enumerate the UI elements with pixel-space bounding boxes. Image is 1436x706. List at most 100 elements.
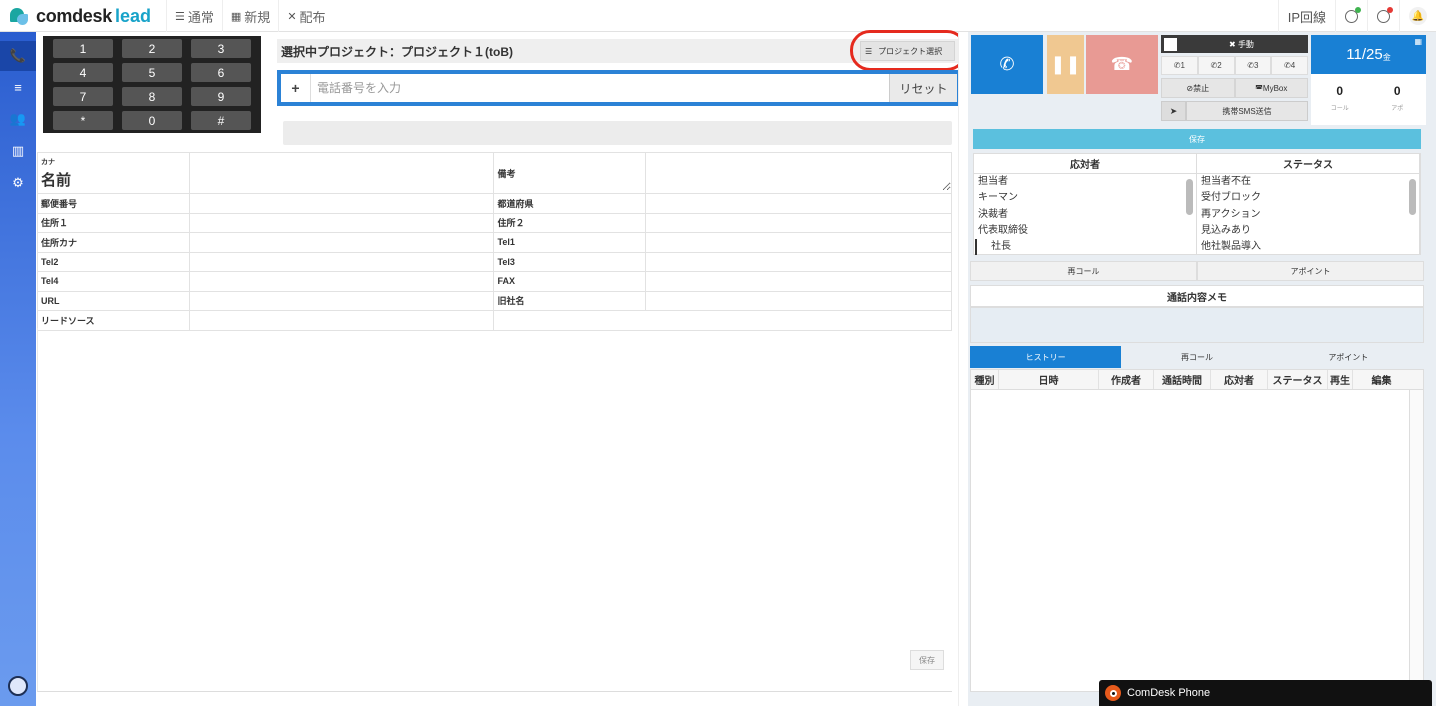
key-4[interactable]: 4: [53, 63, 113, 82]
column-header[interactable]: 再生: [1328, 370, 1353, 389]
column-header[interactable]: 日時: [999, 370, 1099, 389]
column-header[interactable]: 編集: [1353, 370, 1410, 389]
key-7[interactable]: 7: [53, 87, 113, 106]
send-icon[interactable]: ➤: [1161, 101, 1186, 121]
key-hash[interactable]: #: [191, 111, 251, 130]
key-6[interactable]: 6: [191, 63, 251, 82]
status-option[interactable]: 担当者不在: [1197, 174, 1419, 190]
hangup-button[interactable]: ☎: [1086, 35, 1158, 94]
status-option[interactable]: 再アクション: [1197, 207, 1419, 223]
status-option[interactable]: 見込みあり: [1197, 223, 1419, 239]
column-header[interactable]: 作成者: [1099, 370, 1154, 389]
responder-option[interactable]: 社長: [975, 239, 1196, 256]
field-value[interactable]: [645, 251, 952, 272]
status-indicator-red[interactable]: [1367, 0, 1399, 32]
tab-recall[interactable]: 再コール: [1121, 346, 1272, 368]
status-option[interactable]: 受付ブロック: [1197, 190, 1419, 206]
field-value[interactable]: [645, 271, 952, 292]
status-option[interactable]: 他社製品導入: [1197, 239, 1419, 255]
status-list[interactable]: ステータス 担当者不在 受付ブロック 再アクション 見込みあり 他社製品導入: [1197, 154, 1420, 254]
ip-line-button[interactable]: IP回線: [1277, 0, 1335, 32]
user-avatar-icon[interactable]: [8, 676, 28, 696]
counts: 0 コール 0 アポ: [1311, 74, 1426, 125]
nav-new[interactable]: ▦ 新規: [221, 0, 278, 32]
scrollbar[interactable]: [1186, 179, 1193, 215]
appoint-button[interactable]: アポイント: [1197, 261, 1424, 281]
field-value[interactable]: [645, 290, 952, 311]
sidebar-item-database[interactable]: ≡: [0, 71, 36, 103]
tab-history[interactable]: ヒストリー: [970, 346, 1122, 368]
field-value[interactable]: [188, 212, 495, 233]
save-lead-button[interactable]: 保存: [910, 650, 944, 670]
column-header[interactable]: 応対者: [1211, 370, 1268, 389]
name-value[interactable]: [188, 152, 495, 194]
responder-option[interactable]: 代表取締役: [974, 223, 1196, 239]
field-value[interactable]: [188, 193, 495, 214]
call-count-label: コール: [1330, 106, 1349, 112]
manual-checkbox[interactable]: [1164, 37, 1177, 51]
mybox-button[interactable]: ◚ MyBox: [1234, 78, 1308, 98]
sidebar-item-phone[interactable]: 📞: [0, 41, 36, 71]
sidebar-item-chart[interactable]: ▥: [0, 135, 36, 167]
extension-1[interactable]: ✆ 1: [1161, 56, 1198, 75]
memo-textarea[interactable]: [649, 153, 951, 191]
status-indicator-green[interactable]: [1335, 0, 1367, 32]
key-3[interactable]: 3: [191, 39, 251, 58]
nav-normal[interactable]: ☰ 通常: [166, 0, 222, 32]
scrollbar[interactable]: [1409, 390, 1423, 692]
extension-4[interactable]: ✆ 4: [1271, 56, 1308, 75]
plus-button[interactable]: +: [281, 74, 311, 102]
memo-field[interactable]: [645, 152, 952, 194]
calendar-icon[interactable]: ▦: [1414, 37, 1422, 46]
notifications-button[interactable]: 🔔: [1399, 0, 1436, 32]
comdesk-phone-widget[interactable]: ComDesk Phone: [1099, 680, 1432, 706]
field-value[interactable]: [645, 193, 952, 214]
highlight-ring: [850, 30, 967, 71]
field-value[interactable]: [188, 290, 495, 311]
responder-header: 応対者: [974, 154, 1196, 174]
call-memo-textarea[interactable]: [970, 307, 1424, 343]
key-8[interactable]: 8: [122, 87, 182, 106]
extension-3[interactable]: ✆ 3: [1234, 56, 1272, 75]
field-value[interactable]: [645, 232, 952, 253]
scrollbar[interactable]: [1409, 179, 1416, 215]
field-value[interactable]: [188, 271, 495, 292]
scroll-track[interactable]: [958, 32, 968, 706]
sidebar-item-users[interactable]: 👥: [0, 103, 36, 135]
column-header[interactable]: 種別: [971, 370, 999, 389]
reset-button[interactable]: リセット: [889, 74, 957, 102]
phone-number-input[interactable]: [311, 74, 889, 102]
nav-distribute[interactable]: ✕ 配布: [278, 0, 333, 32]
key-2[interactable]: 2: [122, 39, 182, 58]
key-9[interactable]: 9: [191, 87, 251, 106]
grid-icon: ▦: [230, 10, 242, 23]
responder-option[interactable]: キーマン: [974, 190, 1196, 206]
field-value[interactable]: [645, 212, 952, 233]
result-selectors: 応対者 担当者 キーマン 決裁者 代表取締役 社長 ステータス 担当者不在 受付…: [973, 153, 1421, 256]
column-header[interactable]: 通話時間: [1154, 370, 1211, 389]
call-button[interactable]: ✆: [971, 35, 1043, 94]
sidebar-item-settings[interactable]: ⚙: [0, 167, 36, 199]
expand-icon: ✕: [287, 10, 297, 23]
responder-option[interactable]: 決裁者: [974, 207, 1196, 223]
key-5[interactable]: 5: [122, 63, 182, 82]
recall-button[interactable]: 再コール: [970, 261, 1197, 281]
field-value[interactable]: [188, 251, 495, 272]
key-star[interactable]: *: [53, 111, 113, 130]
responder-list[interactable]: 応対者 担当者 キーマン 決裁者 代表取締役 社長: [974, 154, 1197, 256]
status-header: ステータス: [1197, 154, 1419, 174]
block-button[interactable]: ⊘ 禁止: [1161, 78, 1235, 98]
key-1[interactable]: 1: [53, 39, 113, 58]
hold-button[interactable]: ❚❚: [1047, 35, 1084, 94]
tab-appoint[interactable]: アポイント: [1273, 346, 1424, 368]
manual-toggle[interactable]: ✖ 手動: [1161, 35, 1308, 53]
extension-2[interactable]: ✆ 2: [1197, 56, 1235, 75]
responder-option[interactable]: 担当者: [974, 174, 1196, 190]
column-header[interactable]: ステータス: [1268, 370, 1328, 389]
app-logo[interactable]: comdesk lead: [10, 5, 151, 27]
save-result-button[interactable]: 保存: [973, 129, 1421, 149]
sidebar: 📞 ≡ 👥 ▥ ⚙: [0, 32, 36, 706]
field-value[interactable]: [188, 232, 495, 253]
sms-button[interactable]: 携帯SMS送信: [1186, 101, 1308, 121]
key-0[interactable]: 0: [122, 111, 182, 130]
